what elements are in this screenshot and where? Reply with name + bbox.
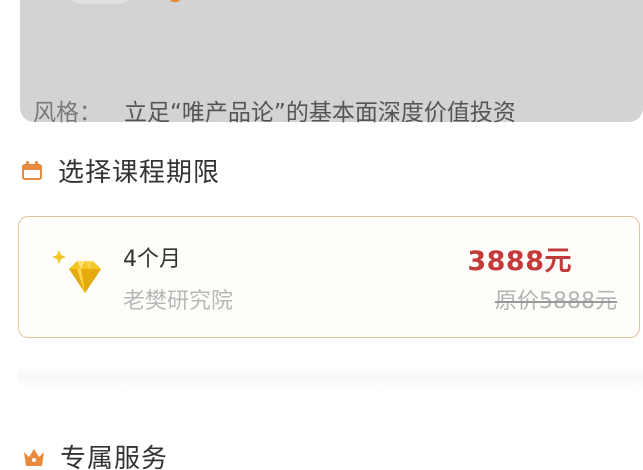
course-period-heading: 选择课程期限 — [22, 152, 220, 189]
plan-price: 3888元 — [467, 246, 572, 277]
course-purchase-screen: 风格： 立足“唯产品论”的基本面深度价值投资 选择课程期限 4个月 老樊研究院 3… — [0, 0, 643, 470]
style-label: 风格： — [33, 100, 102, 126]
crown-icon — [24, 448, 44, 466]
calendar-icon — [22, 160, 44, 181]
section-divider — [18, 366, 643, 388]
plan-original-price: 原价5888元 — [495, 289, 617, 314]
course-period-title: 选择课程期限 — [58, 158, 221, 188]
plan-duration: 4个月 — [123, 247, 181, 272]
style-value: 立足“唯产品论”的基本面深度价值投资 — [124, 100, 516, 126]
advisor-avatar — [60, 0, 140, 4]
plan-option-4-months[interactable]: 4个月 老樊研究院 3888元 原价5888元 — [18, 216, 640, 338]
exclusive-services-title: 专属服务 — [60, 444, 169, 470]
diamond-icon — [52, 250, 101, 293]
plan-provider: 老樊研究院 — [123, 289, 234, 314]
license-icon — [170, 0, 180, 2]
investment-style-row: 风格： 立足“唯产品论”的基本面深度价值投资 — [33, 93, 516, 127]
exclusive-services-heading: 专属服务 — [22, 438, 168, 470]
